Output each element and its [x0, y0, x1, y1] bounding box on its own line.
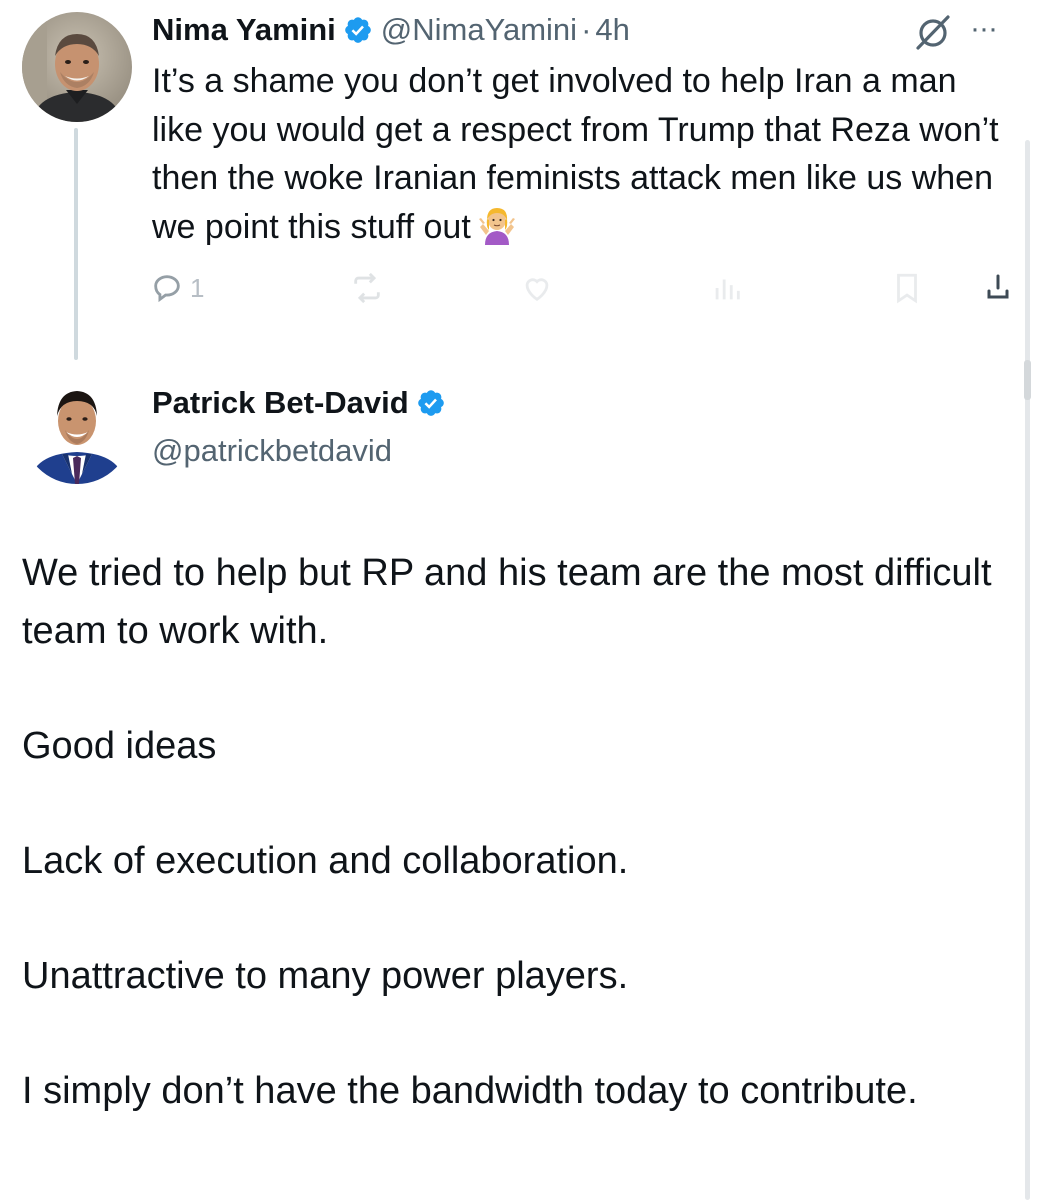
main-paragraph: Unattractive to many power players. [22, 954, 629, 997]
main-paragraph: Lack of execution and collaboration. [22, 839, 629, 882]
parent-handle[interactable]: @NimaYamini [381, 12, 577, 48]
parent-tweet-text-content: It’s a shame you don’t get involved to h… [152, 62, 999, 246]
reply-icon [154, 275, 180, 303]
separator-dot: · [581, 12, 592, 47]
share-button[interactable] [980, 268, 1016, 308]
repost-icon [354, 272, 380, 304]
bookmark-icon [897, 273, 917, 304]
reply-button[interactable]: 1 [150, 268, 204, 308]
thread-connector-line [74, 128, 78, 360]
share-icon [987, 274, 1009, 299]
main-tweet-header: Patrick Bet-David [152, 383, 446, 423]
avatar-nima-yamini[interactable] [22, 12, 132, 122]
main-paragraph: I simply don’t have the bandwidth today … [22, 1069, 918, 1112]
avatar-patrick-bet-david[interactable] [22, 374, 132, 484]
verified-badge-icon[interactable] [343, 15, 373, 45]
views-icon [715, 279, 740, 300]
main-tweet-text: We tried to help but RP and his team are… [22, 545, 1012, 1120]
verified-badge-icon[interactable] [416, 388, 446, 418]
parent-action-bar: 1 [150, 268, 1020, 308]
parent-tweet-header: Nima Yamini @NimaYamini · 4h [152, 10, 630, 50]
main-handle[interactable]: @patrickbetdavid [152, 433, 392, 469]
main-paragraph: Good ideas [22, 724, 217, 767]
scrollbar-track[interactable] [1025, 140, 1030, 1200]
more-icon[interactable]: ··· [970, 14, 1020, 44]
repost-button[interactable] [350, 268, 384, 308]
reply-count: 1 [190, 272, 205, 303]
parent-timestamp[interactable]: 4h [595, 12, 629, 48]
grok-icon[interactable] [913, 14, 953, 50]
main-display-name[interactable]: Patrick Bet-David [152, 385, 409, 421]
like-icon [525, 278, 549, 302]
scrollbar-thumb[interactable] [1024, 360, 1031, 400]
views-button[interactable] [710, 268, 744, 308]
person-shrugging-emoji [477, 205, 517, 245]
like-button[interactable] [520, 268, 554, 308]
main-paragraph: We tried to help but RP and his team are… [22, 552, 992, 652]
parent-tweet[interactable]: Nima Yamini @NimaYamini · 4h ··· It’s a … [0, 0, 1039, 360]
parent-display-name[interactable]: Nima Yamini [152, 12, 336, 48]
parent-tweet-text: It’s a shame you don’t get involved to h… [152, 57, 1012, 251]
bookmark-button[interactable] [890, 268, 924, 308]
